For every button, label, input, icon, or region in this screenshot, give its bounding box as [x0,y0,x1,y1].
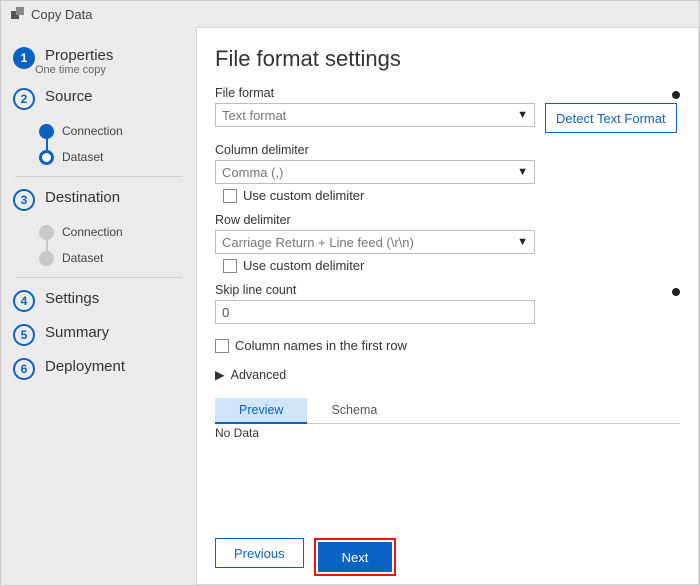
info-icon[interactable] [672,288,680,296]
column-delimiter-select[interactable]: Comma (,) ▼ [215,160,535,184]
substep-label: Connection [62,124,123,138]
use-custom-col-delimiter-checkbox[interactable] [223,189,237,203]
next-button-highlight: Next [314,538,397,576]
step-number-badge: 4 [13,290,35,312]
divider [15,277,182,278]
main-panel: File format settings File format Text fo… [196,27,699,585]
use-custom-row-delimiter-label: Use custom delimiter [243,258,364,273]
file-format-label: File format [215,86,274,100]
destination-substeps: Connection Dataset [39,219,196,271]
row-delimiter-value: Carriage Return + Line feed (\r\n) [222,235,414,250]
step-number-badge: 6 [13,358,35,380]
column-names-first-row-label: Column names in the first row [235,338,407,353]
result-tabs: Preview Schema [215,398,680,424]
file-format-select[interactable]: Text format ▼ [215,103,535,127]
step-number-badge: 2 [13,88,35,110]
row-delimiter-select[interactable]: Carriage Return + Line feed (\r\n) ▼ [215,230,535,254]
substep-label: Dataset [62,150,103,164]
step-destination[interactable]: 3 Destination [1,183,196,217]
step-label: Source [45,88,93,105]
step-number-badge: 3 [13,189,35,211]
caret-right-icon: ▶ [215,367,225,382]
step-number-badge: 5 [13,324,35,346]
substep-dot-icon [39,150,54,165]
file-format-value: Text format [222,108,286,123]
info-icon[interactable] [672,91,680,99]
substep-connection[interactable]: Connection [39,118,196,144]
skip-line-count-label: Skip line count [215,283,296,297]
page-heading: File format settings [215,46,680,72]
substep-dot-icon [39,225,54,240]
detect-text-format-button[interactable]: Detect Text Format [545,103,677,133]
next-button[interactable]: Next [318,542,393,572]
caret-down-icon: ▼ [517,166,528,178]
divider [15,176,182,177]
wizard-sidebar: 1 Properties One time copy 2 Source Conn… [1,27,196,585]
step-label: Summary [45,324,109,341]
column-delimiter-value: Comma (,) [222,165,283,180]
step-number-badge: 1 [13,47,35,69]
copy-data-icon [11,7,25,21]
substep-dot-icon [39,124,54,139]
caret-down-icon: ▼ [517,236,528,248]
step-settings[interactable]: 4 Settings [1,284,196,318]
column-names-first-row-checkbox[interactable] [215,339,229,353]
step-source[interactable]: 2 Source [1,82,196,116]
preview-empty-text: No Data [215,424,680,442]
window-title: Copy Data [31,7,92,22]
step-label: Destination [45,189,120,206]
step-deployment[interactable]: 6 Deployment [1,352,196,386]
window-titlebar: Copy Data [1,1,699,27]
advanced-label: Advanced [231,368,287,382]
caret-down-icon: ▼ [517,109,528,121]
step-subtitle: One time copy [35,64,113,76]
advanced-toggle[interactable]: ▶ Advanced [215,367,680,382]
body: 1 Properties One time copy 2 Source Conn… [1,27,699,585]
step-label: Deployment [45,358,125,375]
step-label: Properties [45,47,113,64]
step-label: Settings [45,290,99,307]
row-delimiter-label: Row delimiter [215,213,680,227]
skip-line-count-input[interactable] [215,300,535,324]
substep-dataset[interactable]: Dataset [39,144,196,170]
substep-label: Dataset [62,251,103,265]
step-properties[interactable]: 1 Properties One time copy [1,41,196,82]
step-summary[interactable]: 5 Summary [1,318,196,352]
use-custom-col-delimiter-label: Use custom delimiter [243,188,364,203]
source-substeps: Connection Dataset [39,118,196,170]
substep-label: Connection [62,225,123,239]
previous-button[interactable]: Previous [215,538,304,568]
footer-buttons: Previous Next [215,526,680,576]
tab-preview[interactable]: Preview [215,398,307,424]
substep-dataset[interactable]: Dataset [39,245,196,271]
substep-dot-icon [39,251,54,266]
tab-schema[interactable]: Schema [307,398,401,423]
column-delimiter-label: Column delimiter [215,143,680,157]
substep-connection[interactable]: Connection [39,219,196,245]
app-frame: Copy Data 1 Properties One time copy 2 S… [0,0,700,586]
use-custom-row-delimiter-checkbox[interactable] [223,259,237,273]
